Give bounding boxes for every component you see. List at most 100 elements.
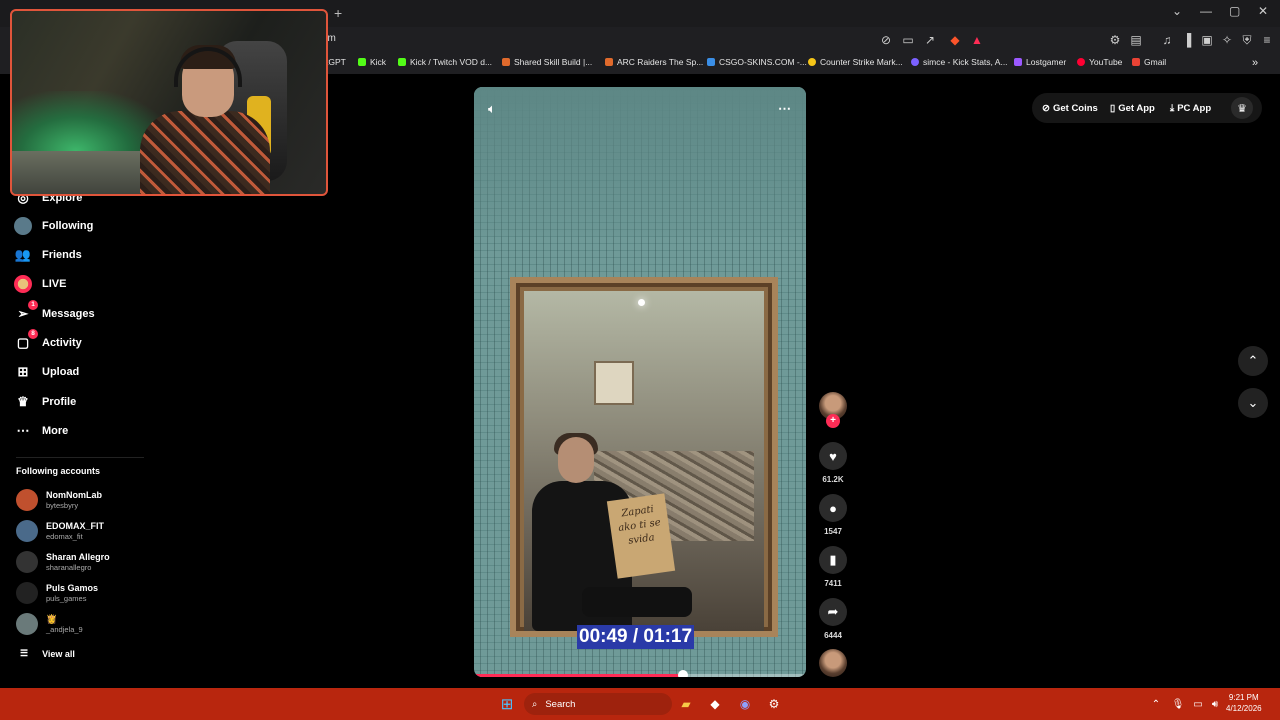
avatar — [14, 217, 32, 235]
menu-icon[interactable]: ≡ — [1260, 33, 1274, 47]
list-icon: ☰ — [20, 648, 29, 658]
share-icon[interactable]: ↗ — [923, 33, 937, 47]
save-button[interactable]: ▮ 7411 — [819, 546, 847, 588]
system-clock[interactable]: 9:21 PM 4/12/2026 — [1226, 692, 1262, 714]
comment-count: 1547 — [824, 527, 842, 536]
like-button[interactable]: ♥ 61.2K — [819, 442, 847, 484]
video-timecode: 00:49 / 01:17 — [577, 625, 695, 649]
comment-icon: ● — [819, 494, 847, 522]
minimize-icon[interactable]: — — [1200, 4, 1212, 18]
sidebar-item-messages[interactable]: ➢ 1 Messages — [14, 300, 95, 323]
notification-badge: 8 — [28, 329, 38, 339]
bookmark-item[interactable]: ARC Raiders The Sp... — [605, 57, 703, 67]
bookmarks-overflow-icon[interactable]: » — [1252, 57, 1258, 69]
view-all-link[interactable]: ☰ View all — [20, 648, 75, 659]
rewards-icon[interactable]: ▲ — [970, 33, 984, 47]
music-icon[interactable]: ♫ — [1160, 33, 1174, 47]
following-account[interactable]: Sharan Allegro sharanallegro — [16, 551, 110, 573]
file-explorer-icon[interactable]: ▰ — [678, 696, 694, 712]
taskbar-search[interactable]: ⌕ Search — [524, 693, 672, 715]
start-icon[interactable]: ⊞ — [499, 696, 515, 713]
account-name: 👸 — [46, 614, 58, 624]
tray-chevron-icon[interactable]: ⌃ — [1148, 696, 1164, 712]
chevron-down-icon: ⌄ — [1247, 395, 1259, 410]
following-account[interactable]: NomNomLab bytesbyry — [16, 489, 102, 511]
sidebar-item-profile[interactable]: ♛ Profile — [14, 393, 76, 411]
video-player[interactable]: Zapati ako ti se svida 🔈︎ ⋯ 00:49 / 01:1… — [474, 87, 806, 677]
wallet-icon[interactable]: ▣ — [1200, 33, 1214, 47]
close-icon[interactable]: ✕ — [1258, 4, 1268, 18]
steam-icon[interactable]: ⚙ — [766, 696, 782, 712]
heart-icon: ♥ — [819, 442, 847, 470]
bookmark-item[interactable]: YouTube — [1077, 57, 1122, 67]
get-coins-button[interactable]: ⊘ Get Coins — [1042, 103, 1098, 114]
bookmark-item[interactable]: simce - Kick Stats, A... — [911, 57, 1008, 67]
bookmark-item[interactable]: tGPT — [326, 57, 346, 67]
volume-icon[interactable]: 🔈︎ — [488, 101, 496, 117]
vpn-icon[interactable]: ⛨ — [1240, 33, 1254, 47]
account-name: EDOMAX_FIT — [46, 521, 105, 531]
view-all-label: View all — [42, 648, 75, 659]
brave-shield-icon[interactable]: ◆ — [948, 33, 962, 47]
maximize-icon[interactable]: ▢ — [1229, 4, 1240, 18]
sidebar-item-live[interactable]: LIVE — [14, 275, 66, 293]
next-video-button[interactable]: ⌄ — [1238, 388, 1268, 418]
share-count: 6444 — [824, 631, 842, 640]
sidebar-item-upload[interactable]: ⊞ Upload — [14, 363, 80, 381]
bookmark-item[interactable]: Kick — [358, 57, 386, 67]
microphone-icon[interactable]: 🎙︎ — [1170, 696, 1186, 712]
volume-icon[interactable]: 🔊︎ — [1207, 696, 1223, 712]
discord-icon[interactable]: ◉ — [737, 696, 753, 712]
avatar — [16, 613, 38, 635]
avatar — [16, 489, 38, 511]
video-progress-bar[interactable] — [474, 670, 806, 677]
extensions-icon[interactable]: ⚙ — [1108, 33, 1122, 47]
video-sign: Zapati ako ti se svida — [606, 493, 676, 579]
bookmark-item[interactable]: Lostgamer — [1014, 57, 1066, 67]
sidebar-item-activity[interactable]: ▢ 8 Activity — [14, 329, 82, 352]
bookmark-item[interactable]: Counter Strike Mark... — [808, 57, 903, 67]
account-handle: sharanallegro — [46, 563, 92, 572]
music-disc[interactable] — [819, 649, 847, 677]
progress-handle[interactable] — [678, 670, 689, 677]
friends-icon: 👥 — [14, 247, 32, 262]
account-handle: puls_games — [46, 594, 87, 603]
cast-icon[interactable]: ▭ — [901, 33, 915, 47]
more-options-icon[interactable]: ⋯ — [778, 101, 791, 117]
sidebar-item-following[interactable]: Following — [14, 217, 93, 235]
following-account[interactable]: Puls Gamos puls_games — [16, 582, 98, 604]
leo-icon[interactable]: ✧ — [1220, 33, 1234, 47]
bookmark-item[interactable]: CSGO-SKINS.COM -... — [707, 57, 807, 67]
following-account[interactable]: EDOMAX_FIT edomax_fit — [16, 520, 104, 542]
bookmark-item[interactable]: Gmail — [1132, 57, 1166, 67]
account-name: NomNomLab — [46, 490, 102, 500]
bell-icon: ▢ 8 — [14, 329, 38, 352]
sidebar-item-label: Profile — [42, 396, 77, 408]
new-tab-button[interactable]: + — [334, 5, 342, 21]
sidebar-item-label: Messages — [42, 308, 95, 320]
divider — [16, 457, 144, 458]
no-tracking-icon[interactable]: ⊘ — [879, 33, 893, 47]
pc-app-button[interactable]: ⤓ PC App — [1170, 103, 1211, 114]
comment-button[interactable]: ● 1547 — [819, 494, 847, 536]
previous-video-button[interactable]: ⌃ — [1238, 346, 1268, 376]
sidebar-item-label: Following — [42, 220, 94, 232]
screen: + ⌄ — ▢ ✕ om ⊘ ▭ ↗ ◆ ▲ ⚙ ▤ ♫ ▐ ▣ ✧ ⛨ ≡ t… — [0, 0, 1280, 720]
profile-icon: ♛ — [17, 394, 29, 409]
tab-list-icon[interactable]: ⌄ — [1172, 4, 1182, 18]
reader-icon[interactable]: ▤ — [1129, 33, 1143, 47]
sidebar-icon[interactable]: ▐ — [1180, 33, 1194, 47]
brave-browser-icon[interactable]: ◆ — [707, 696, 723, 712]
follow-button[interactable]: + — [826, 414, 840, 428]
sidebar-item-friends[interactable]: 👥 Friends — [14, 246, 82, 264]
network-icon[interactable]: ▭ — [1190, 696, 1206, 712]
sidebar-item-more[interactable]: ⋯ More — [14, 422, 69, 440]
bookmark-item[interactable]: Shared Skill Build |... — [502, 57, 592, 67]
share-button[interactable]: ➦ 6444 — [819, 598, 847, 640]
clock-date: 4/12/2026 — [1226, 704, 1262, 713]
profile-icon[interactable]: ♛ — [1231, 97, 1253, 119]
get-app-button[interactable]: ▯ Get App — [1110, 103, 1155, 114]
bookmark-item[interactable]: Kick / Twitch VOD d... — [398, 57, 492, 67]
following-account[interactable]: 👸 _andjela_9 — [16, 613, 83, 635]
sidebar-item-label: Friends — [42, 249, 82, 261]
